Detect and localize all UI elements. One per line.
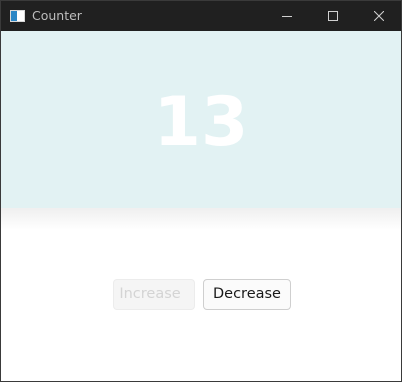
close-icon [374,11,384,21]
button-row: Increase Decrease [1,279,401,311]
decrease-button-label: Decrease [213,286,281,302]
minimize-button[interactable] [264,1,310,31]
increase-button-label: Increase [119,286,181,302]
close-button[interactable] [356,1,401,31]
app-window: Counter 13 Increase Decrease [0,0,402,382]
title-bar[interactable]: Counter [1,1,401,31]
increase-button[interactable]: Increase [113,279,195,310]
display-shadow [1,208,401,230]
minimize-icon [282,16,292,17]
window-title: Counter [32,8,82,23]
decrease-button[interactable]: Decrease [203,279,291,310]
maximize-icon [328,11,338,21]
counter-display: 13 [1,31,401,208]
maximize-button[interactable] [310,1,356,31]
app-window-icon [10,10,25,22]
counter-value: 13 [153,83,249,162]
